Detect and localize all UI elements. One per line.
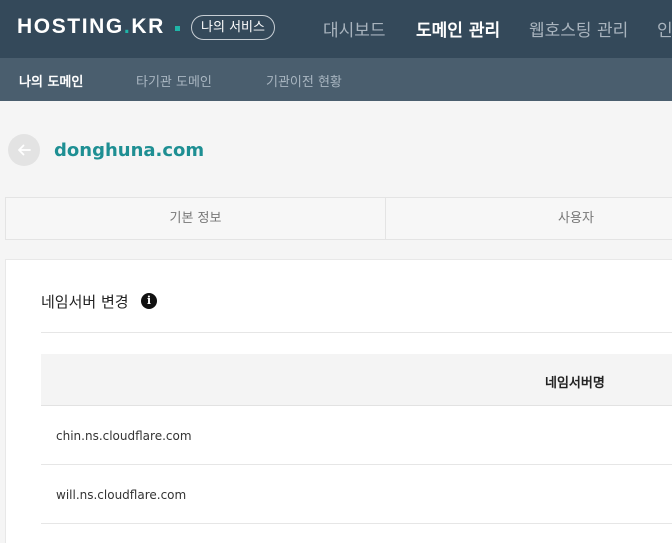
nav-dashboard[interactable]: 대시보드 xyxy=(323,16,386,41)
domain-tabs: 기본 정보 사용자 xyxy=(5,197,672,240)
subnav-other-registrar-domains[interactable]: 타기관 도메인 xyxy=(136,71,212,90)
info-icon[interactable]: i xyxy=(141,293,157,309)
nameserver-card: 네임서버 변경 i 네임서버명 chin.ns.cloudflare.com w… xyxy=(5,259,672,543)
subnav-transfer-status[interactable]: 기관이전 현황 xyxy=(266,71,342,90)
nameserver-section-title: 네임서버 변경 xyxy=(41,293,129,311)
logo-suffix: KR xyxy=(131,15,165,38)
nav-more-truncated[interactable]: 인 xyxy=(657,16,672,41)
arrow-left-icon xyxy=(18,144,31,156)
sub-navigation-bar: 나의 도메인 타기관 도메인 기관이전 현황 xyxy=(0,58,672,101)
section-divider xyxy=(41,332,672,333)
my-services-button[interactable]: 나의 서비스 xyxy=(191,15,275,40)
nameserver-table-header: 네임서버명 xyxy=(41,354,672,406)
nameserver-cell: chin.ns.cloudflare.com xyxy=(56,429,192,443)
subnav-my-domains[interactable]: 나의 도메인 xyxy=(19,71,83,90)
hosting-kr-logo[interactable]: HOSTING.KR xyxy=(17,15,165,39)
tab-users[interactable]: 사용자 xyxy=(386,198,672,239)
table-row: chin.ns.cloudflare.com xyxy=(41,406,672,465)
column-header-nameserver: 네임서버명 xyxy=(545,376,605,391)
table-row: will.ns.cloudflare.com xyxy=(41,465,672,524)
tab-basic-info[interactable]: 기본 정보 xyxy=(6,198,386,239)
info-icon-glyph: i xyxy=(146,294,152,307)
nav-webhosting-management[interactable]: 웹호스팅 관리 xyxy=(529,16,628,41)
nav-domain-management[interactable]: 도메인 관리 xyxy=(416,16,500,41)
top-navigation-bar: HOSTING.KR 나의 서비스 대시보드 도메인 관리 웹호스팅 관리 인 xyxy=(0,0,672,58)
back-button[interactable] xyxy=(8,134,40,166)
logo-separator-square xyxy=(175,26,180,31)
domain-name-title: donghuna.com xyxy=(54,140,205,161)
logo-text: HOSTING xyxy=(17,15,124,38)
nameserver-cell: will.ns.cloudflare.com xyxy=(56,488,187,502)
